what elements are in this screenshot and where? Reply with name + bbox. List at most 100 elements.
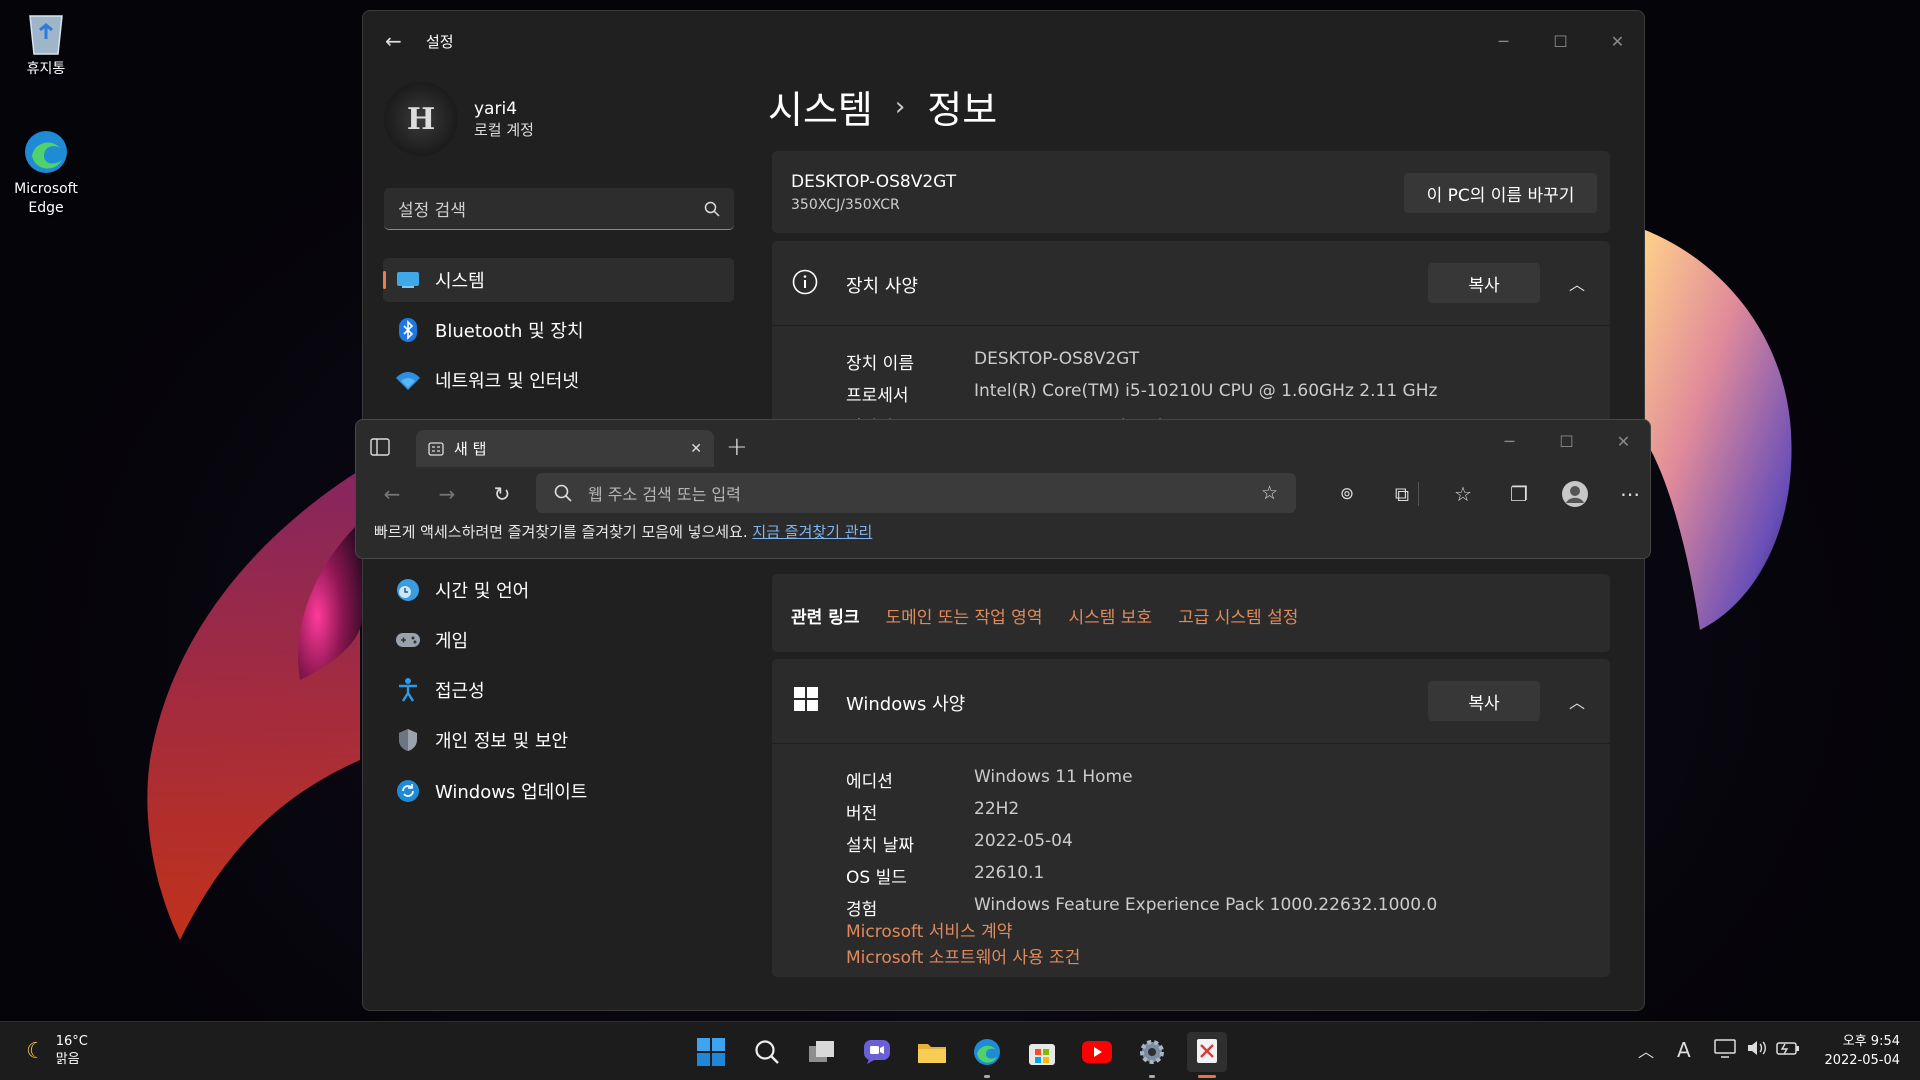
domain-workgroup-link[interactable]: 도메인 또는 작업 영역 (885, 603, 1042, 628)
spec-value: Intel(R) Core(TM) i5-10210U CPU @ 1.60GH… (974, 381, 1438, 401)
desktop-icon-recycle-bin[interactable]: 휴지통 (6, 8, 86, 79)
avatar: H (384, 82, 458, 156)
more-options-icon[interactable]: ⋯ (1614, 478, 1646, 510)
copy-device-specs-button[interactable]: 복사 (1428, 263, 1540, 303)
nav-item-network[interactable]: 네트워크 및 인터넷 (383, 358, 734, 402)
profile-avatar-icon[interactable] (1559, 478, 1591, 510)
start-button-icon[interactable] (691, 1032, 731, 1072)
nav-label: 시간 및 언어 (435, 581, 530, 602)
search-icon[interactable] (747, 1032, 787, 1072)
bluetooth-icon (395, 317, 421, 343)
spec-key: 프로세서 (846, 386, 909, 406)
extensions-icon[interactable]: ⧉ (1386, 478, 1418, 510)
back-arrow-icon[interactable]: ← (376, 478, 408, 510)
chevron-up-icon[interactable]: ︿ (1569, 689, 1585, 713)
windows-logo-icon (794, 687, 818, 715)
back-arrow-icon[interactable]: ← (385, 29, 402, 53)
spec-value: DESKTOP-OS8V2GT (974, 349, 1140, 369)
user-profile[interactable]: H yari4 로컬 계정 (384, 82, 534, 156)
device-specs-card: 장치 사양 복사 ︿ 장치 이름 DESKTOP-OS8V2GT 프로세서 Inte… (772, 241, 1610, 438)
accessibility-icon (395, 677, 421, 703)
close-tab-icon[interactable]: ✕ (690, 441, 702, 457)
nav-item-time-language[interactable]: 시간 및 언어 (383, 568, 734, 612)
browser-essentials-icon[interactable]: ⊚ (1331, 478, 1363, 510)
spec-value: Windows 11 Home (974, 767, 1133, 787)
taskbar: ☾ 16°C 맑음 ︿ A 오후 9:54 2022-05-04 (0, 1021, 1920, 1080)
advanced-system-settings-link[interactable]: 고급 시스템 설정 (1178, 603, 1298, 628)
desktop-icon-edge[interactable]: Microsoft Edge (6, 128, 86, 218)
settings-search-input[interactable]: 설정 검색 (384, 188, 734, 230)
volume-icon[interactable] (1746, 1038, 1768, 1063)
moon-icon: ☾ (26, 1038, 46, 1064)
window-title: 설정 (426, 33, 454, 51)
tab-new-tab[interactable]: 새 탭 ✕ (416, 430, 714, 467)
task-view-icon[interactable] (802, 1032, 842, 1072)
new-tab-plus-icon[interactable]: + (726, 432, 748, 462)
breadcrumb-parent[interactable]: 시스템 (768, 79, 873, 134)
nav-item-windows-update[interactable]: Windows 업데이트 (383, 769, 734, 813)
clock-date: 2022-05-04 (1824, 1053, 1900, 1068)
favorites-bar-hint: 빠르게 액세스하려면 즐겨찾기를 즐겨찾기 모음에 넣으세요. 지금 즐겨찾기 … (374, 521, 872, 542)
minimize-icon[interactable]: ─ (1481, 421, 1538, 461)
maximize-icon[interactable]: ☐ (1532, 21, 1589, 61)
nav-item-gaming[interactable]: 게임 (383, 618, 734, 662)
close-icon[interactable]: ✕ (1595, 421, 1650, 461)
battery-icon[interactable] (1776, 1038, 1800, 1063)
nav-item-system[interactable]: 시스템 (383, 258, 734, 302)
user-name: yari4 (474, 98, 518, 119)
running-indicator (1149, 1075, 1155, 1078)
license-terms-link[interactable]: Microsoft 소프트웨어 사용 조건 (846, 943, 1080, 968)
add-favorite-star-icon[interactable]: ☆ (1261, 482, 1278, 504)
nav-item-privacy[interactable]: 개인 정보 및 보안 (383, 718, 734, 762)
copy-windows-specs-button[interactable]: 복사 (1428, 681, 1540, 721)
spec-row: 설치 날짜 2022-05-04 (846, 831, 1073, 856)
spec-row: 장치 이름 DESKTOP-OS8V2GT (846, 349, 1139, 374)
store-icon[interactable] (1022, 1032, 1062, 1072)
windows-specs-title: Windows 사양 (846, 694, 966, 715)
breadcrumb: 시스템 › 정보 (768, 79, 997, 134)
clock-time: 오후 9:54 (1842, 1034, 1900, 1049)
search-icon (704, 201, 720, 217)
spec-key: 설치 날짜 (846, 836, 914, 856)
divider (772, 325, 1610, 326)
nav-item-bluetooth[interactable]: Bluetooth 및 장치 (383, 308, 734, 352)
manage-favorites-link[interactable]: 지금 즐겨찾기 관리 (752, 523, 872, 541)
clock[interactable]: 오후 9:54 2022-05-04 (1812, 1032, 1900, 1070)
address-bar-input[interactable]: 웹 주소 검색 또는 입력 ☆ (536, 473, 1296, 513)
snipping-tool-icon[interactable] (1187, 1032, 1227, 1072)
system-protection-link[interactable]: 시스템 보호 (1068, 603, 1152, 628)
close-icon[interactable]: ✕ (1589, 21, 1644, 61)
minimize-icon[interactable]: ─ (1475, 21, 1532, 61)
weather-widget[interactable]: ☾ 16°C 맑음 (26, 1033, 88, 1069)
spec-value: 22610.1 (974, 863, 1045, 883)
youtube-icon[interactable] (1077, 1032, 1117, 1072)
nav-label: 접근성 (435, 681, 485, 702)
ime-indicator[interactable]: A (1677, 1038, 1691, 1062)
edge-taskbar-icon[interactable] (967, 1032, 1007, 1072)
nav-item-accessibility[interactable]: 접근성 (383, 668, 734, 712)
chevron-up-icon[interactable]: ︿ (1569, 271, 1585, 295)
forward-arrow-icon[interactable]: → (431, 478, 463, 510)
shield-icon (395, 727, 421, 753)
account-type: 로컬 계정 (474, 120, 534, 139)
pc-name: DESKTOP-OS8V2GT (791, 172, 957, 192)
rename-pc-button[interactable]: 이 PC의 이름 바꾸기 (1404, 173, 1597, 213)
tab-actions-icon[interactable] (370, 438, 390, 460)
refresh-icon[interactable]: ↻ (486, 478, 518, 510)
search-icon (554, 484, 572, 502)
service-agreement-link[interactable]: Microsoft 서비스 계약 (846, 917, 1012, 942)
favorites-icon[interactable]: ☆ (1447, 478, 1479, 510)
maximize-icon[interactable]: ☐ (1538, 421, 1595, 461)
settings-gear-icon[interactable] (1132, 1032, 1172, 1072)
collections-icon[interactable]: ❐ (1503, 478, 1535, 510)
weather-condition: 맑음 (55, 1052, 80, 1067)
chevron-up-icon[interactable]: ︿ (1638, 1038, 1654, 1062)
page-title: 정보 (927, 88, 998, 132)
related-links-label: 관련 링크 (791, 608, 860, 628)
file-explorer-icon[interactable] (912, 1032, 952, 1072)
spec-key: 장치 이름 (846, 354, 914, 374)
nav-label: 시스템 (435, 271, 485, 292)
nav-label: 네트워크 및 인터넷 (435, 371, 579, 392)
network-icon[interactable] (1714, 1038, 1736, 1063)
chat-icon[interactable] (857, 1032, 897, 1072)
